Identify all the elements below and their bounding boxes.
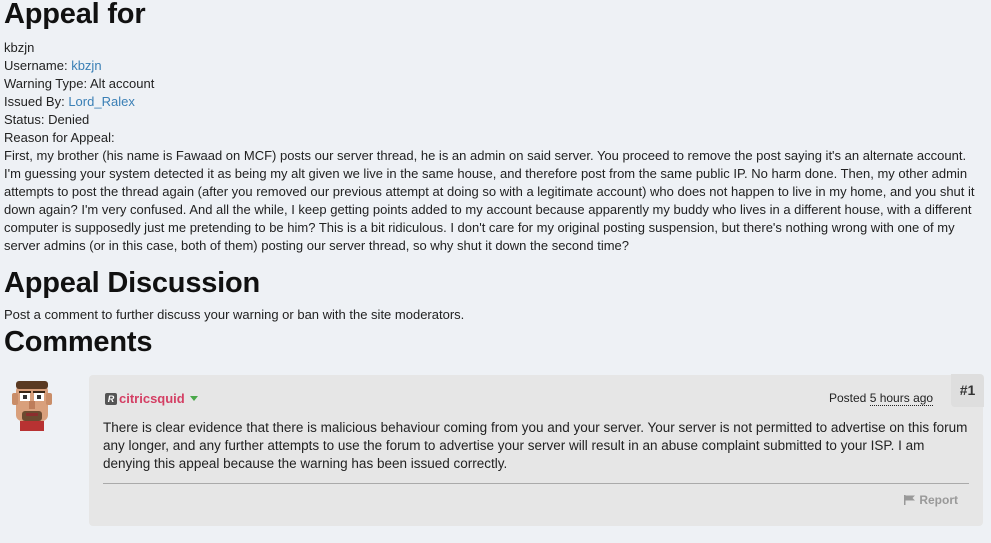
username-row: Username: kbzjn: [4, 57, 988, 75]
posted-label: Posted: [829, 391, 867, 405]
status-row: Status: Denied: [4, 111, 988, 129]
avatar-image-icon: [12, 381, 52, 431]
issued-by-label: Issued By:: [4, 94, 65, 109]
report-label: Report: [919, 493, 958, 507]
status-label: Status:: [4, 112, 45, 127]
warning-type-label: Warning Type:: [4, 76, 88, 91]
comment-item: R citricsquid Posted 5 hours ago #1 Ther…: [8, 373, 988, 533]
comment-text: There is clear evidence that there is ma…: [103, 420, 968, 471]
discussion-subtitle: Post a comment to further discuss your w…: [4, 307, 465, 322]
appeal-page: Appeal for kbzjn Username: kbzjn Warning…: [4, 0, 988, 357]
posted-ago: 5 hours ago: [869, 391, 934, 406]
report-button[interactable]: Report: [904, 493, 958, 507]
reason-text: First, my brother (his name is Fawaad on…: [4, 148, 975, 253]
comment-author[interactable]: R citricsquid: [105, 391, 198, 406]
comments-title: Comments: [4, 326, 153, 358]
chevron-down-icon[interactable]: [189, 396, 198, 401]
status-value: Denied: [48, 112, 90, 127]
appeal-title: Appeal for: [4, 0, 146, 30]
divider: [103, 483, 969, 484]
rank-icon: R: [105, 392, 117, 405]
discussion-title: Appeal Discussion: [4, 267, 261, 299]
comment-number[interactable]: #1: [951, 374, 984, 407]
issued-by-row: Issued By: Lord_Ralex: [4, 93, 988, 111]
appeal-name: kbzjn: [4, 40, 35, 55]
warning-type-value: Alt account: [90, 76, 155, 91]
issued-by-link[interactable]: Lord_Ralex: [68, 94, 135, 109]
flag-icon: [904, 495, 916, 505]
author-name[interactable]: citricsquid: [119, 391, 185, 406]
username-label: Username:: [4, 58, 68, 73]
avatar[interactable]: [8, 373, 56, 431]
reason-label: Reason for Appeal:: [4, 130, 115, 145]
posted-time: Posted 5 hours ago: [829, 391, 934, 406]
username-link[interactable]: kbzjn: [71, 58, 101, 73]
comment-box: R citricsquid Posted 5 hours ago #1 Ther…: [89, 374, 984, 526]
warning-type-row: Warning Type: Alt account: [4, 75, 988, 93]
